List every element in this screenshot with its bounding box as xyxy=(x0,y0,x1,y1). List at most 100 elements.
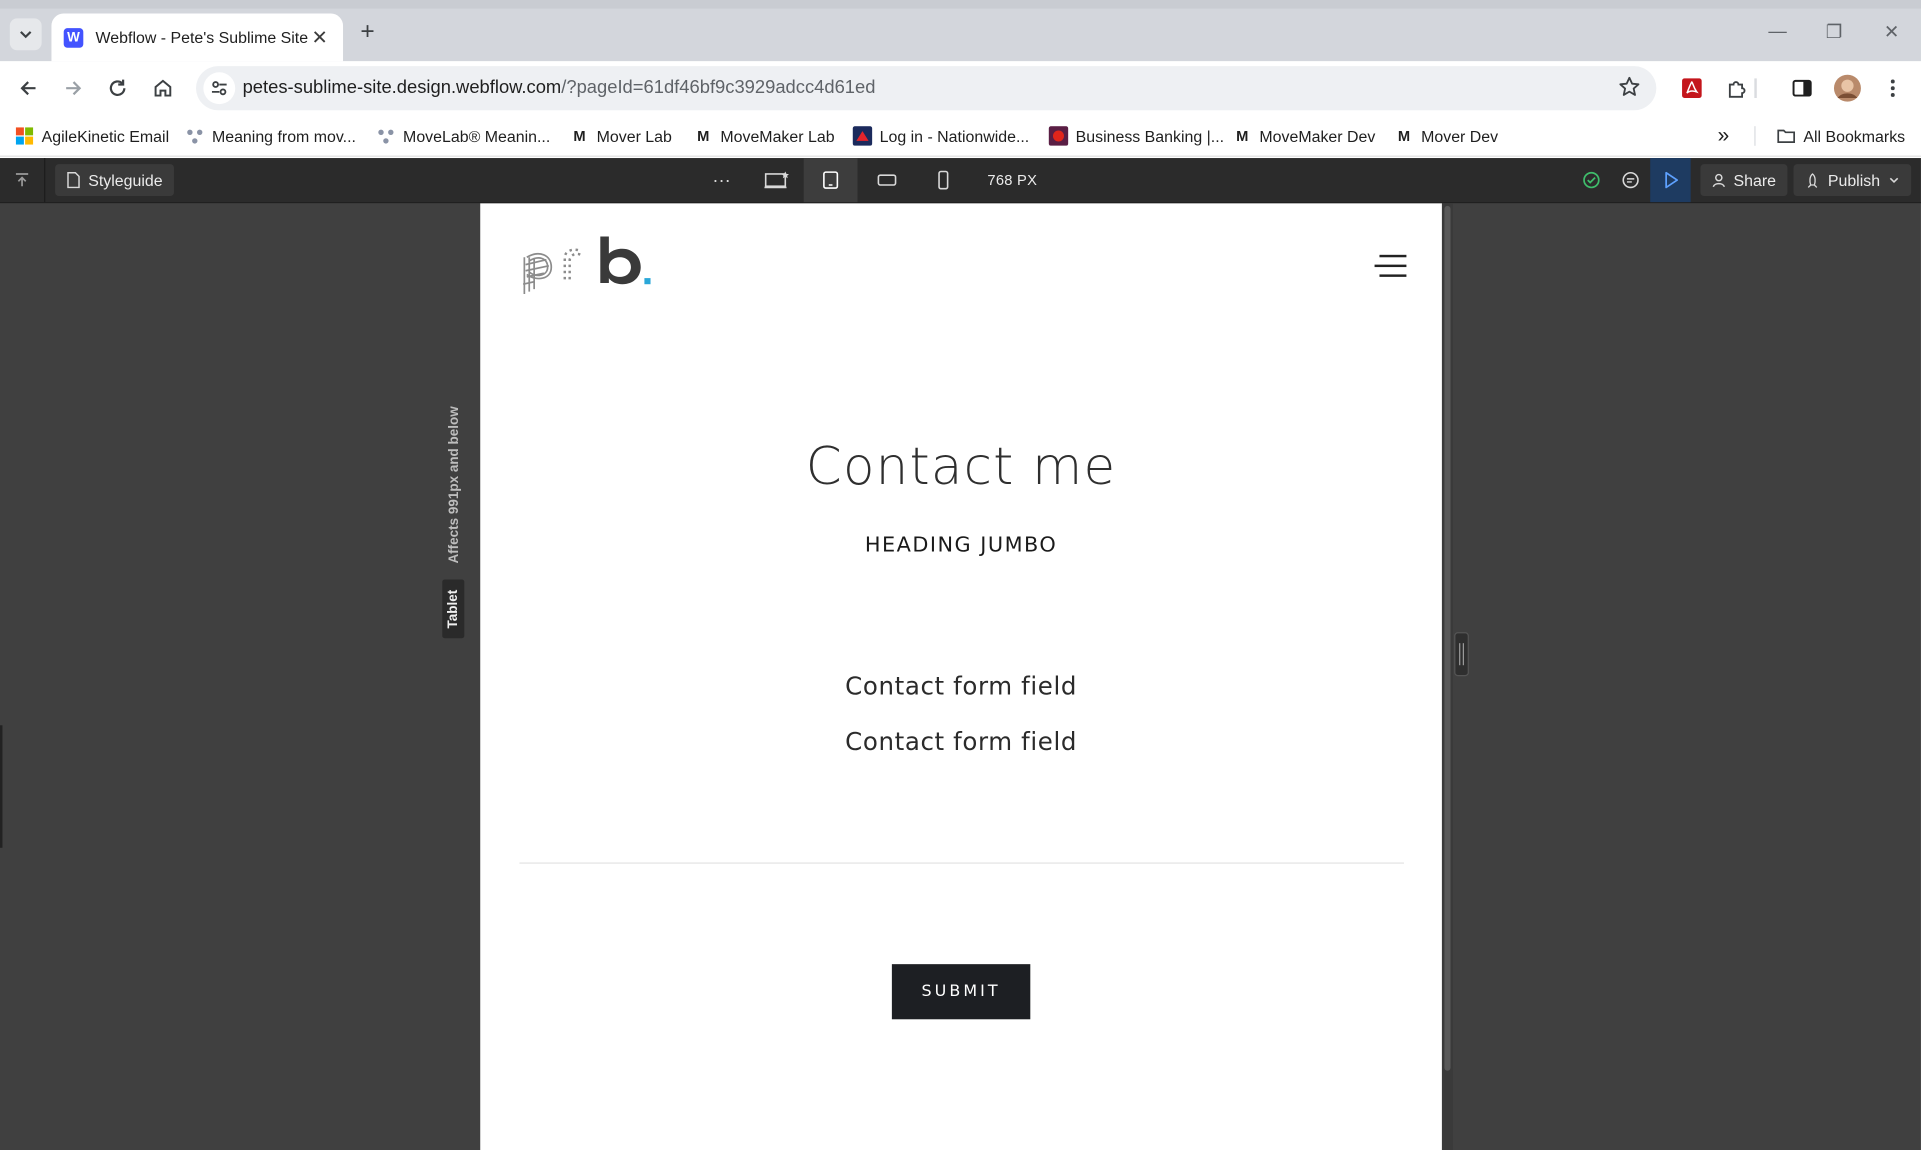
url-text: petes-sublime-site.design.webflow.com/?p… xyxy=(243,77,876,98)
more-breakpoints-button[interactable]: ··· xyxy=(706,158,738,202)
bookmark-item[interactable]: Business Banking |... xyxy=(1048,124,1225,149)
tab-search-button[interactable] xyxy=(9,18,42,51)
contact-form-field[interactable]: Contact form field xyxy=(480,671,1442,700)
publish-status-icon[interactable] xyxy=(1575,158,1607,202)
page-title: Contact me xyxy=(805,436,1117,497)
bookmark-item[interactable]: Log in - Nationwide... xyxy=(852,124,1030,149)
extensions-button[interactable] xyxy=(1720,71,1754,105)
phone-landscape-icon xyxy=(877,174,897,186)
bookmark-label: Meaning from mov... xyxy=(211,126,356,146)
more-vertical-icon xyxy=(1890,79,1895,97)
share-button[interactable]: Share xyxy=(1700,164,1788,197)
m-logo-icon: M xyxy=(697,127,710,145)
contact-form-field[interactable]: Contact form field xyxy=(480,726,1442,755)
bookmark-item[interactable]: M MoveMaker Lab xyxy=(693,124,834,149)
toolbar-divider xyxy=(1754,78,1757,99)
designer-canvas: Affects 991px and below Tablet Contact m… xyxy=(0,203,1921,1150)
m-logo-icon: M xyxy=(573,127,586,145)
arrow-right-icon xyxy=(66,81,82,96)
reload-button[interactable] xyxy=(100,71,134,105)
pdf-extension-button[interactable] xyxy=(1675,71,1709,105)
tablet-icon xyxy=(823,171,839,189)
bookmark-label: AgileKinetic Email xyxy=(41,126,170,146)
desktop-base-breakpoint-button[interactable] xyxy=(755,158,799,202)
publish-button[interactable]: Publish xyxy=(1793,164,1911,197)
bookmarks-divider xyxy=(1754,126,1756,146)
webflow-topbar: Styleguide ··· 768 PX Share Publish xyxy=(0,158,1921,204)
hamburger-menu-icon[interactable] xyxy=(1372,250,1407,282)
chrome-menu-button[interactable] xyxy=(1876,71,1910,105)
mobile-landscape-breakpoint-button[interactable] xyxy=(862,158,911,202)
bookmark-item[interactable]: M Mover Lab xyxy=(570,124,672,149)
tune-icon xyxy=(211,81,227,96)
bookmark-label: MoveLab® Meanin... xyxy=(403,126,551,146)
bookmark-label: MoveMaker Dev xyxy=(1259,126,1376,146)
canvas-scrollbar-thumb[interactable] xyxy=(1444,205,1451,1071)
bookmark-item[interactable]: MoveLab® Meanin... xyxy=(376,124,550,149)
tablet-breakpoint-button[interactable] xyxy=(803,158,858,203)
comments-icon[interactable] xyxy=(1615,158,1647,202)
bookmarks-overflow-button[interactable]: » xyxy=(1718,124,1730,149)
webflow-favicon-icon: W xyxy=(63,27,84,48)
m-logo-icon: M xyxy=(1397,127,1411,145)
collapse-panel-button[interactable] xyxy=(7,158,36,202)
canvas-width-readout[interactable]: 768 PX xyxy=(987,172,1037,189)
window-close-icon[interactable]: ✕ xyxy=(1867,21,1916,48)
page-selector[interactable]: Styleguide xyxy=(55,164,174,197)
rocket-icon xyxy=(1807,172,1818,188)
reload-icon xyxy=(109,79,126,97)
avatar xyxy=(1833,74,1861,102)
left-panel-edge xyxy=(0,725,3,848)
play-icon xyxy=(1664,171,1678,189)
bookmark-label: Mover Lab xyxy=(596,126,672,146)
bookmark-label: Mover Dev xyxy=(1421,126,1499,146)
forward-button[interactable] xyxy=(56,71,90,105)
breakpoint-name-tag: Tablet xyxy=(442,579,465,639)
bookmark-label: Log in - Nationwide... xyxy=(879,126,1030,146)
minimize-icon[interactable]: — xyxy=(1753,21,1802,48)
url-path: /?pageId=61df46bf9c3929adcc4d61ed xyxy=(561,77,876,99)
phone-portrait-icon xyxy=(938,170,949,190)
user-icon xyxy=(1712,173,1726,188)
new-tab-button[interactable]: + xyxy=(354,20,381,47)
bookmark-label: MoveMaker Lab xyxy=(720,126,835,146)
canvas-resize-handle[interactable] xyxy=(1454,632,1469,677)
bookmark-star-icon[interactable] xyxy=(1617,75,1642,106)
share-label: Share xyxy=(1733,170,1777,190)
desktop-star-icon xyxy=(764,171,789,189)
site-info-button[interactable] xyxy=(203,72,236,105)
url-host: petes-sublime-site.design.webflow.com xyxy=(242,77,562,99)
page-icon xyxy=(67,172,80,189)
prb-logo-icon xyxy=(522,236,651,295)
back-button[interactable] xyxy=(11,71,45,105)
submit-button[interactable]: SUBMIT xyxy=(891,964,1031,1020)
profile-button[interactable] xyxy=(1830,71,1864,105)
browser-tab-active[interactable]: W Webflow - Pete's Sublime Site ✕ xyxy=(51,13,344,62)
folder-icon xyxy=(1776,126,1796,146)
site-logo[interactable] xyxy=(519,233,654,297)
form-divider xyxy=(519,862,1404,864)
home-button[interactable] xyxy=(146,71,180,105)
publish-label: Publish xyxy=(1827,170,1881,190)
chevron-down-icon xyxy=(1889,177,1898,184)
puzzle-icon xyxy=(1728,81,1746,98)
bank-icon xyxy=(1048,126,1069,146)
nationwide-icon xyxy=(852,126,873,146)
breakpoint-affects-label: Affects 991px and below xyxy=(447,406,462,564)
restore-icon[interactable]: ❐ xyxy=(1809,21,1858,48)
bookmark-item[interactable]: Meaning from mov... xyxy=(185,124,356,149)
side-panel-button[interactable] xyxy=(1785,71,1819,105)
all-bookmarks-button[interactable]: All Bookmarks xyxy=(1776,124,1905,149)
bookmark-item[interactable]: M Mover Dev xyxy=(1394,124,1498,149)
mobile-portrait-breakpoint-button[interactable] xyxy=(919,158,968,202)
bookmark-item[interactable]: AgileKinetic Email xyxy=(15,124,169,149)
browser-toolbar: petes-sublime-site.design.webflow.com/?p… xyxy=(0,61,1921,116)
browser-tab-strip: W Webflow - Pete's Sublime Site ✕ + — ❐ … xyxy=(0,0,1921,62)
address-bar[interactable]: petes-sublime-site.design.webflow.com/?p… xyxy=(196,66,1657,111)
preview-button[interactable] xyxy=(1650,158,1691,203)
home-icon xyxy=(154,79,172,97)
bookmark-item[interactable]: M MoveMaker Dev xyxy=(1232,124,1375,149)
all-bookmarks-label: All Bookmarks xyxy=(1803,126,1906,146)
tab-close-icon[interactable]: ✕ xyxy=(309,25,331,50)
bookmark-label: Business Banking |... xyxy=(1075,126,1225,146)
